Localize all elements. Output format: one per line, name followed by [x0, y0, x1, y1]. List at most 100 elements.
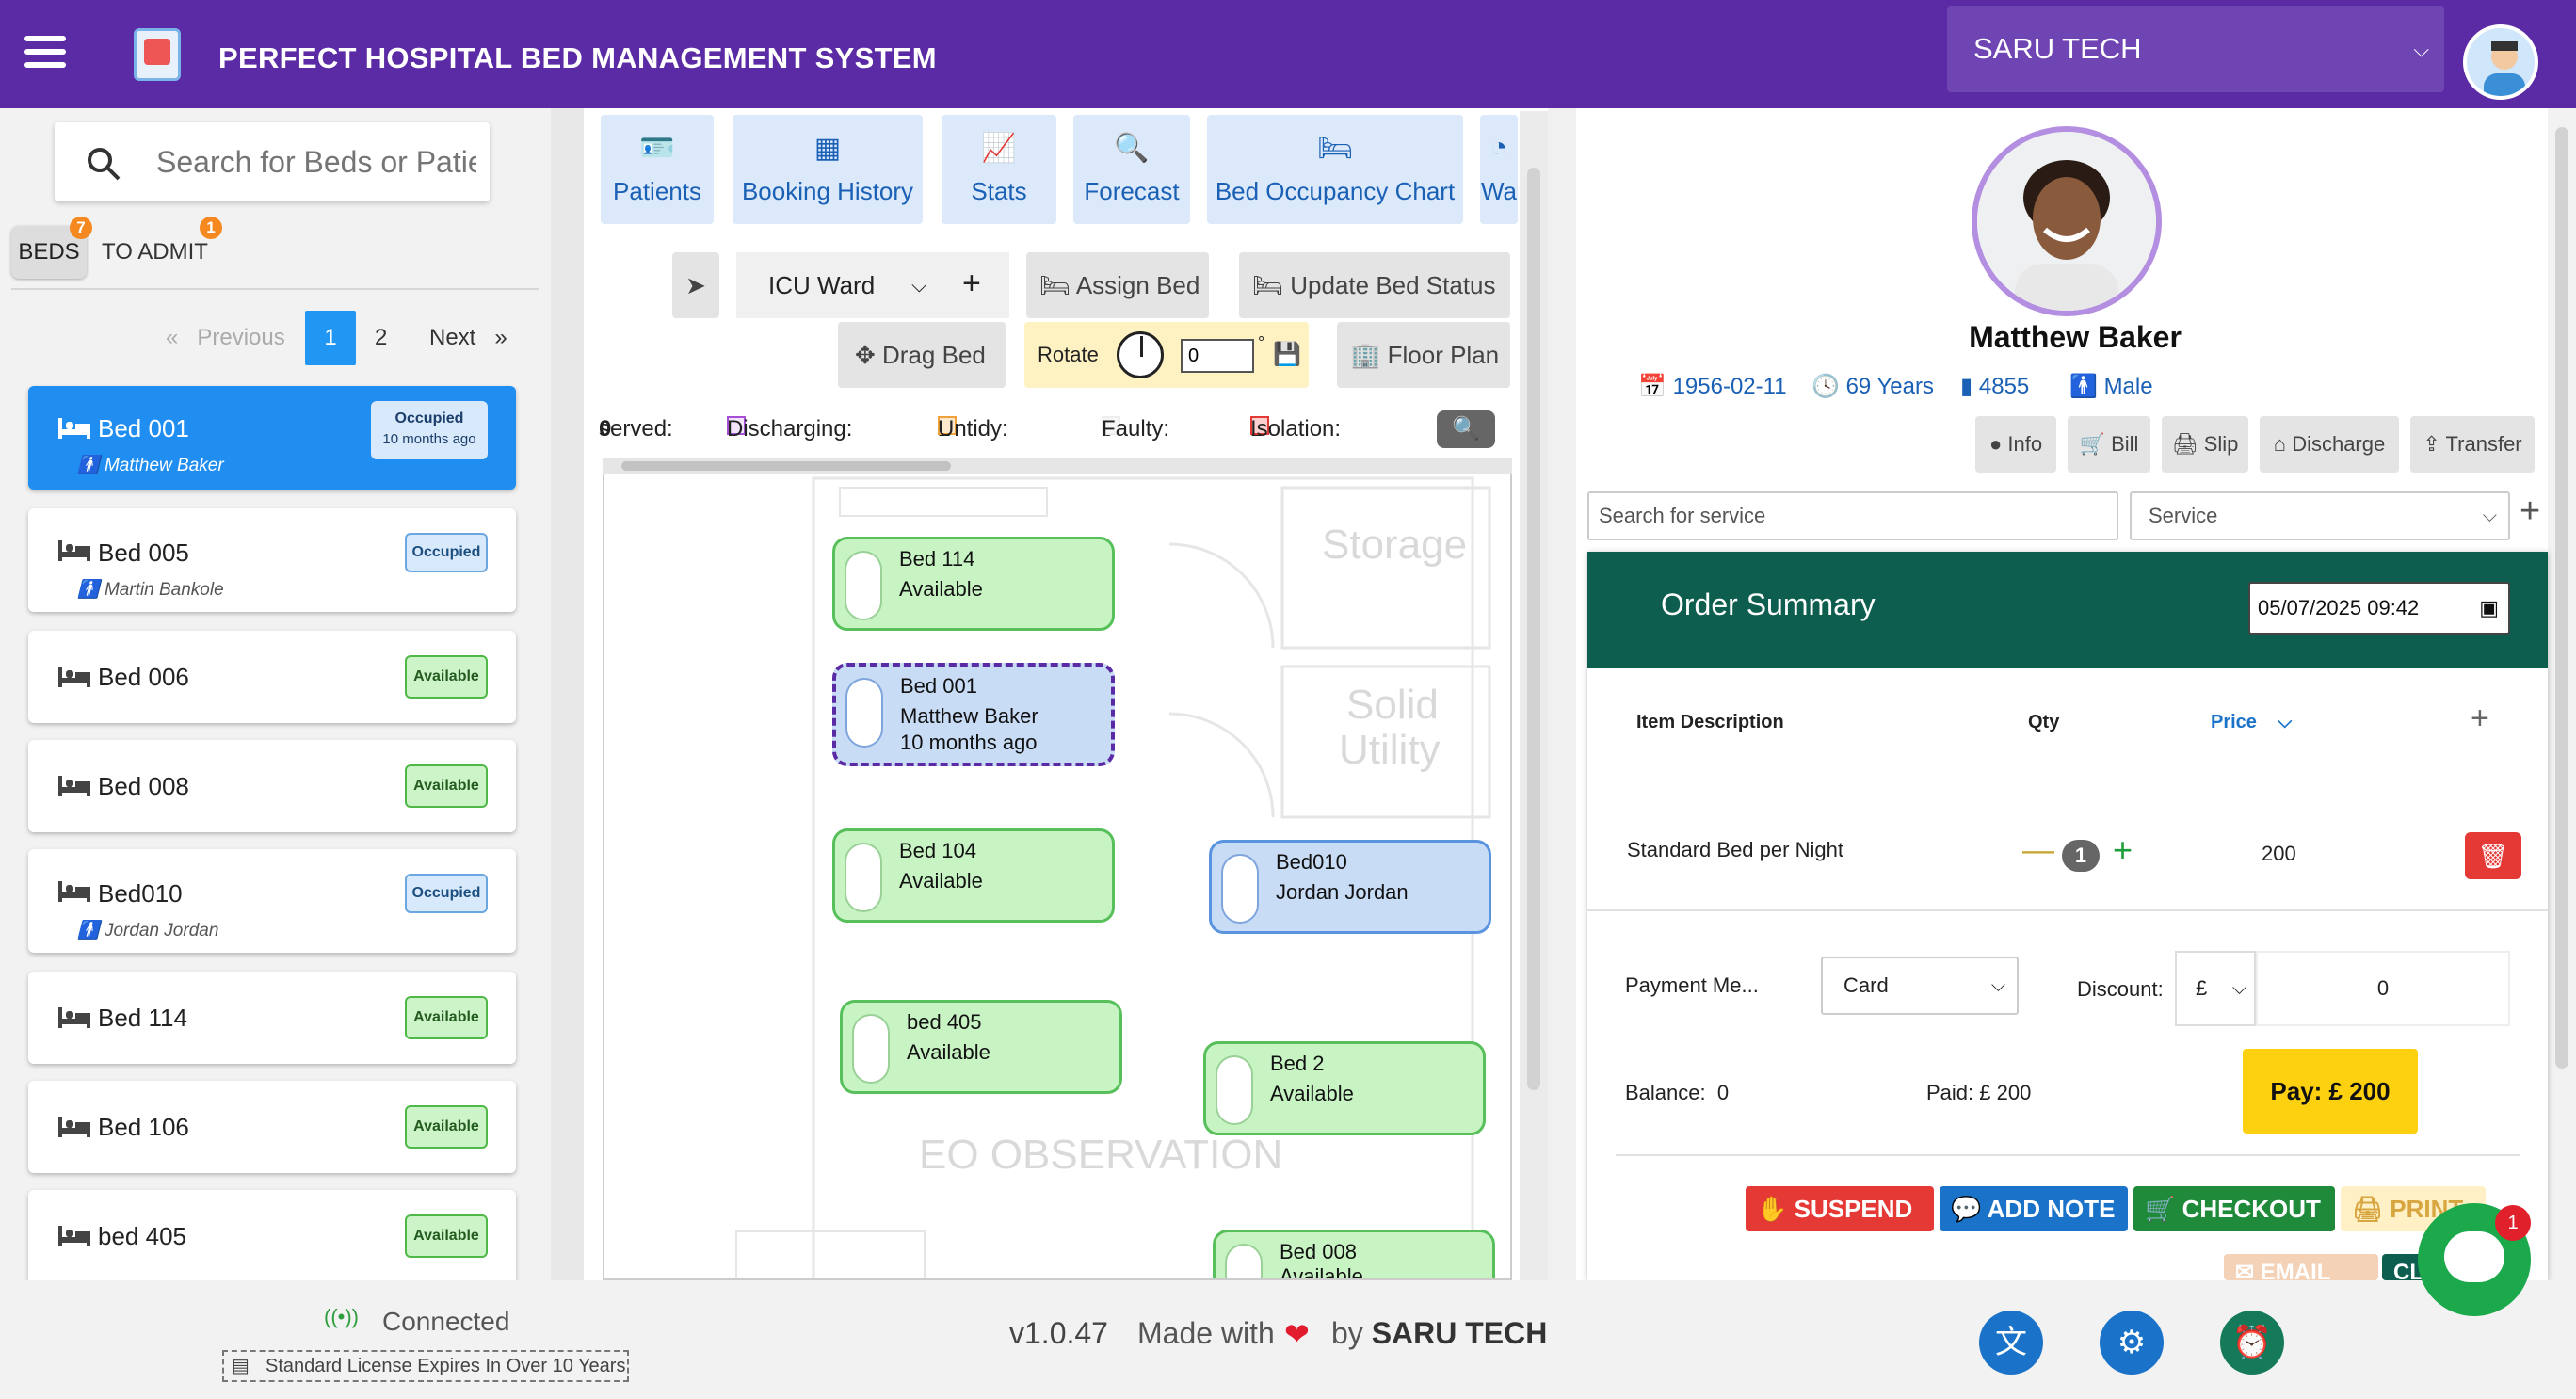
email-button[interactable]: ✉ EMAIL	[2224, 1254, 2378, 1285]
search-chart-icon: 🔍	[1114, 133, 1150, 164]
rotate-dial[interactable]	[1117, 331, 1164, 378]
payment-method-select[interactable]: Card ⌵	[1821, 957, 2019, 1015]
move-icon: ✥	[855, 341, 876, 369]
qty-increase-button[interactable]: +	[2113, 830, 2133, 870]
floor-bed[interactable]: Bed 2 Available	[1203, 1041, 1486, 1135]
tab-forecast[interactable]: 🔍 Forecast	[1073, 115, 1190, 224]
bed-card[interactable]: Bed 006 Available	[28, 631, 516, 723]
save-icon[interactable]: 💾	[1273, 341, 1301, 368]
order-datetime-input[interactable]: 05/07/2025 09:42 ▣	[2248, 582, 2510, 635]
bed-card[interactable]: bed 405 Available	[28, 1190, 516, 1280]
currency-select[interactable]: £ ⌵	[2175, 951, 2256, 1026]
bed-card[interactable]: Bed010 🚹 Jordan Jordan Occupied	[28, 849, 516, 953]
translate-button[interactable]: 文	[1979, 1311, 2043, 1375]
update-status-label: Update Bed Status	[1290, 271, 1496, 299]
add-note-button[interactable]: 💬 ADD NOTE	[1940, 1186, 2128, 1231]
pager-previous[interactable]: « Previous	[166, 311, 285, 365]
col-price[interactable]: Price ⌵	[2211, 712, 2292, 733]
bed-card[interactable]: Bed 001 🚹 Matthew Baker Occupied 10 mont…	[28, 386, 516, 490]
bed-card[interactable]: Bed 005 🚹 Martin Bankole Occupied	[28, 508, 516, 612]
paid-amount: Paid: £ 200	[1926, 1081, 2032, 1104]
service-select[interactable]: Service ⌵	[2130, 491, 2510, 540]
chevron-down-icon: ⌵	[911, 273, 927, 297]
middle-vertical-scrollbar[interactable]	[1520, 111, 1548, 1280]
bed-card[interactable]: Bed 114 Available	[28, 972, 516, 1064]
payment-method-value: Card	[1843, 973, 1889, 997]
male-icon: 🚹	[2069, 374, 2098, 399]
settings-button[interactable]: ⚙	[2100, 1311, 2164, 1375]
bed-pill	[1225, 1244, 1263, 1278]
add-service-icon[interactable]: +	[2520, 491, 2540, 532]
bed-pill	[845, 843, 882, 912]
made-with-text: Made with	[1137, 1316, 1275, 1350]
transfer-button[interactable]: ⇪ Transfer	[2410, 416, 2535, 473]
bed-card[interactable]: Bed 106 Available	[28, 1081, 516, 1173]
pager-next[interactable]: Next »	[429, 311, 507, 365]
id-badge-icon: ▮	[1960, 374, 1973, 399]
pager-page-1[interactable]: 1	[305, 311, 356, 365]
floor-plan-canvas[interactable]: Storage Solid Utility EO OBSERVATION Bed…	[603, 458, 1512, 1280]
rotate-input[interactable]	[1181, 339, 1254, 373]
floor-bed[interactable]: Bed 008 Available	[1213, 1230, 1495, 1278]
assign-bed-button[interactable]: 🛏 Assign Bed	[1026, 252, 1209, 318]
pay-button[interactable]: Pay: £ 200	[2243, 1049, 2418, 1134]
floor-bed-selected[interactable]: Bed 001 Matthew Baker 10 months ago	[832, 663, 1115, 766]
bed-search-box[interactable]	[55, 122, 490, 201]
bill-button[interactable]: 🛒 Bill	[2068, 416, 2150, 473]
pointer-tool-button[interactable]: ➤	[672, 252, 719, 318]
bed-name: Bed 006	[98, 663, 189, 691]
service-search-input[interactable]: Search for service	[1587, 491, 2118, 540]
to-admit-count-badge: 1	[200, 217, 222, 239]
slip-button[interactable]: 🖨 Slip	[2162, 416, 2248, 473]
tab-bed-occupancy-chart[interactable]: 🛏 Bed Occupancy Chart	[1207, 115, 1463, 224]
tab-booking-history[interactable]: ▦ Booking History	[733, 115, 923, 224]
menu-icon[interactable]	[24, 36, 70, 73]
floor-horizontal-scrollbar[interactable]	[603, 458, 1512, 474]
right-vertical-scrollbar[interactable]	[2548, 108, 2576, 1280]
patient-gender: 🚹 Male	[2069, 374, 2153, 399]
alarm-button[interactable]: ⏰	[2220, 1311, 2284, 1375]
floor-bed[interactable]: bed 405 Available	[840, 1000, 1122, 1094]
add-item-icon[interactable]: +	[2471, 700, 2489, 737]
bed-card[interactable]: Bed 008 Available	[28, 740, 516, 832]
info-button[interactable]: ● Info	[1975, 416, 2056, 473]
tab-stats[interactable]: 📈 Stats	[942, 115, 1056, 224]
legend-untidy: Untidy: 1	[938, 416, 1008, 442]
panel-splitter[interactable]	[551, 108, 584, 1280]
discount-input[interactable]: 0	[2256, 951, 2510, 1026]
discharge-button[interactable]: ⌂ Discharge	[2260, 416, 2399, 473]
floor-plan-label: Floor Plan	[1387, 341, 1500, 369]
floor-search-button[interactable]: 🔍	[1437, 410, 1495, 448]
patient-name: Matthew Baker	[1969, 320, 2182, 354]
floor-bed[interactable]: Bed 104 Available	[832, 828, 1115, 923]
license-card-icon: ▤	[232, 1356, 250, 1376]
add-icon[interactable]: +	[962, 250, 981, 316]
bed-name: Bed010	[98, 879, 183, 908]
delete-item-button[interactable]: 🗑	[2465, 832, 2521, 879]
checkout-button[interactable]: 🛒 CHECKOUT	[2133, 1186, 2335, 1231]
pager-page-2[interactable]: 2	[375, 311, 387, 365]
suspend-button[interactable]: ✋ SUSPEND	[1746, 1186, 1934, 1231]
order-divider	[1616, 1154, 2520, 1156]
user-avatar[interactable]	[2463, 24, 2538, 100]
floor-bed-patient: Jordan Jordan	[1276, 880, 1409, 904]
qty-decrease-button[interactable]: —	[2022, 832, 2054, 869]
tab-label: Booking History	[741, 177, 914, 205]
currency-value: £	[2196, 976, 2208, 1000]
ward-select[interactable]: ICU Ward ⌵ +	[736, 252, 1009, 318]
update-bed-status-button[interactable]: 🛏 Update Bed Status	[1239, 252, 1510, 318]
panel-splitter[interactable]	[1548, 108, 1576, 1280]
drag-bed-button[interactable]: ✥ Drag Bed	[838, 322, 1006, 388]
tab-wa[interactable]: ◔ Wa	[1480, 115, 1518, 224]
translate-icon: 文	[1995, 1325, 2027, 1360]
tab-to-admit[interactable]: TO ADMIT	[102, 239, 208, 265]
room-label-utility: Utility	[1339, 727, 1441, 773]
calendar-icon: 📅	[1638, 374, 1666, 399]
organization-select[interactable]: SARU TECH ⌵	[1947, 6, 2444, 92]
floor-plan-button[interactable]: 🏢 Floor Plan	[1337, 322, 1510, 388]
discount-label: Discount:	[2077, 977, 2164, 1001]
bed-search-input[interactable]	[156, 141, 476, 183]
floor-bed[interactable]: Bed010 Jordan Jordan	[1209, 840, 1491, 934]
tab-patients[interactable]: 🪪 Patients	[601, 115, 714, 224]
floor-bed[interactable]: Bed 114 Available	[832, 537, 1115, 631]
